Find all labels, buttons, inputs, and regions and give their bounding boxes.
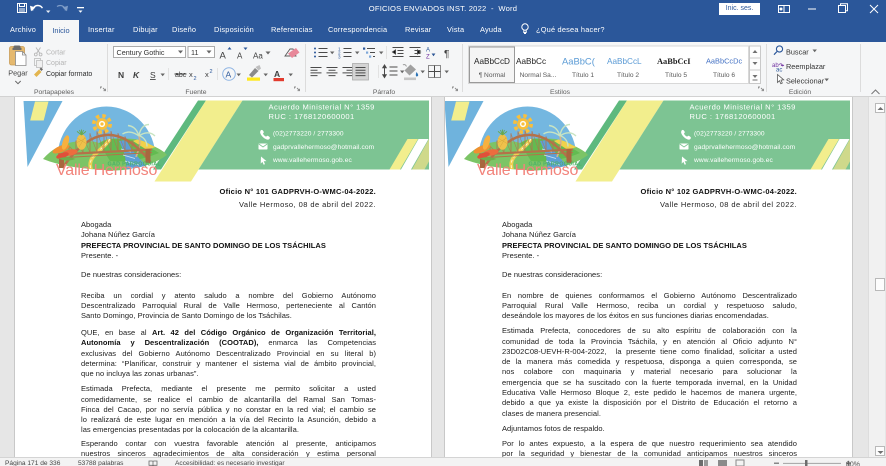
svg-text:Título 2: Título 2	[617, 72, 639, 79]
svg-text:Valle Hermoso: Valle Hermoso	[477, 162, 578, 179]
svg-text:Century Gothic: Century Gothic	[117, 48, 165, 57]
svg-text:Normal Sa...: Normal Sa...	[520, 72, 557, 79]
svg-text:Reemplazar: Reemplazar	[786, 62, 826, 71]
svg-text:A: A	[220, 51, 227, 62]
svg-text:Pegar: Pegar	[8, 69, 28, 78]
svg-text:(02)2773220 / 2773300: (02)2773220 / 2773300	[694, 131, 765, 138]
svg-text:gadprvallehermoso@hotmail.com: gadprvallehermoso@hotmail.com	[694, 144, 796, 151]
svg-text:Portapapeles: Portapapeles	[34, 89, 75, 96]
svg-text:AaBbC(: AaBbC(	[562, 56, 596, 67]
svg-text:Seleccionar: Seleccionar	[786, 76, 825, 85]
svg-text:abc: abc	[175, 72, 187, 79]
svg-text:11: 11	[191, 48, 198, 57]
svg-text:K: K	[133, 70, 140, 80]
svg-text:Buscar: Buscar	[786, 47, 809, 56]
svg-text:RUC : 1768120600001: RUC : 1768120600001	[269, 112, 355, 121]
svg-text:AaBbCcD: AaBbCcD	[474, 57, 510, 66]
svg-text:Fuente: Fuente	[185, 89, 206, 96]
svg-text:A: A	[226, 70, 232, 80]
svg-text:80%: 80%	[846, 461, 860, 466]
svg-text:www.vallehermoso.gob.ec: www.vallehermoso.gob.ec	[693, 157, 774, 164]
svg-text:(02)2773220 / 2773300: (02)2773220 / 2773300	[273, 131, 344, 138]
svg-text:Cortar: Cortar	[46, 50, 66, 57]
svg-text:2: 2	[194, 76, 197, 82]
svg-text:Z: Z	[426, 55, 430, 61]
svg-text:Título 5: Título 5	[665, 72, 687, 79]
svg-text:RUC : 1768120600001: RUC : 1768120600001	[690, 112, 776, 121]
svg-text:x: x	[189, 70, 193, 79]
svg-text:Aa: Aa	[253, 52, 263, 61]
svg-text:Copiar formato: Copiar formato	[46, 71, 92, 78]
svg-text:www.vallehermoso.gob.ec: www.vallehermoso.gob.ec	[272, 157, 353, 164]
svg-text:AaBbCcL: AaBbCcL	[607, 57, 642, 66]
svg-text:A: A	[426, 48, 430, 54]
svg-text:Edición: Edición	[789, 89, 812, 96]
svg-text:ac: ac	[776, 68, 782, 74]
svg-text:x: x	[205, 70, 209, 79]
svg-text:Valle Hermoso: Valle Hermoso	[56, 162, 157, 179]
svg-text:N: N	[118, 70, 124, 80]
svg-text:Acuerdo Ministerial N° 1359: Acuerdo Ministerial N° 1359	[690, 103, 796, 112]
svg-text:AaBbCcI: AaBbCcI	[657, 57, 691, 66]
svg-text:AaBbCc: AaBbCc	[516, 57, 546, 66]
svg-text:Acuerdo Ministerial N° 1359: Acuerdo Ministerial N° 1359	[269, 103, 375, 112]
svg-text:Título 6: Título 6	[713, 72, 735, 79]
svg-text:¶ Normal: ¶ Normal	[479, 72, 506, 79]
svg-text:gadprvallehermoso@hotmail.com: gadprvallehermoso@hotmail.com	[273, 144, 375, 151]
svg-text:AaBbCcDc: AaBbCcDc	[706, 57, 742, 66]
svg-text:A: A	[274, 69, 280, 79]
svg-text:¶: ¶	[444, 49, 449, 60]
svg-text:Párrafo: Párrafo	[373, 89, 396, 96]
svg-text:3: 3	[338, 54, 341, 59]
svg-text:A: A	[237, 52, 243, 61]
svg-text:2: 2	[210, 69, 213, 75]
svg-text:Estilos: Estilos	[550, 89, 571, 96]
svg-text:Título 1: Título 1	[572, 72, 594, 79]
svg-text:S: S	[150, 70, 156, 80]
svg-text:Copiar: Copiar	[46, 60, 67, 67]
